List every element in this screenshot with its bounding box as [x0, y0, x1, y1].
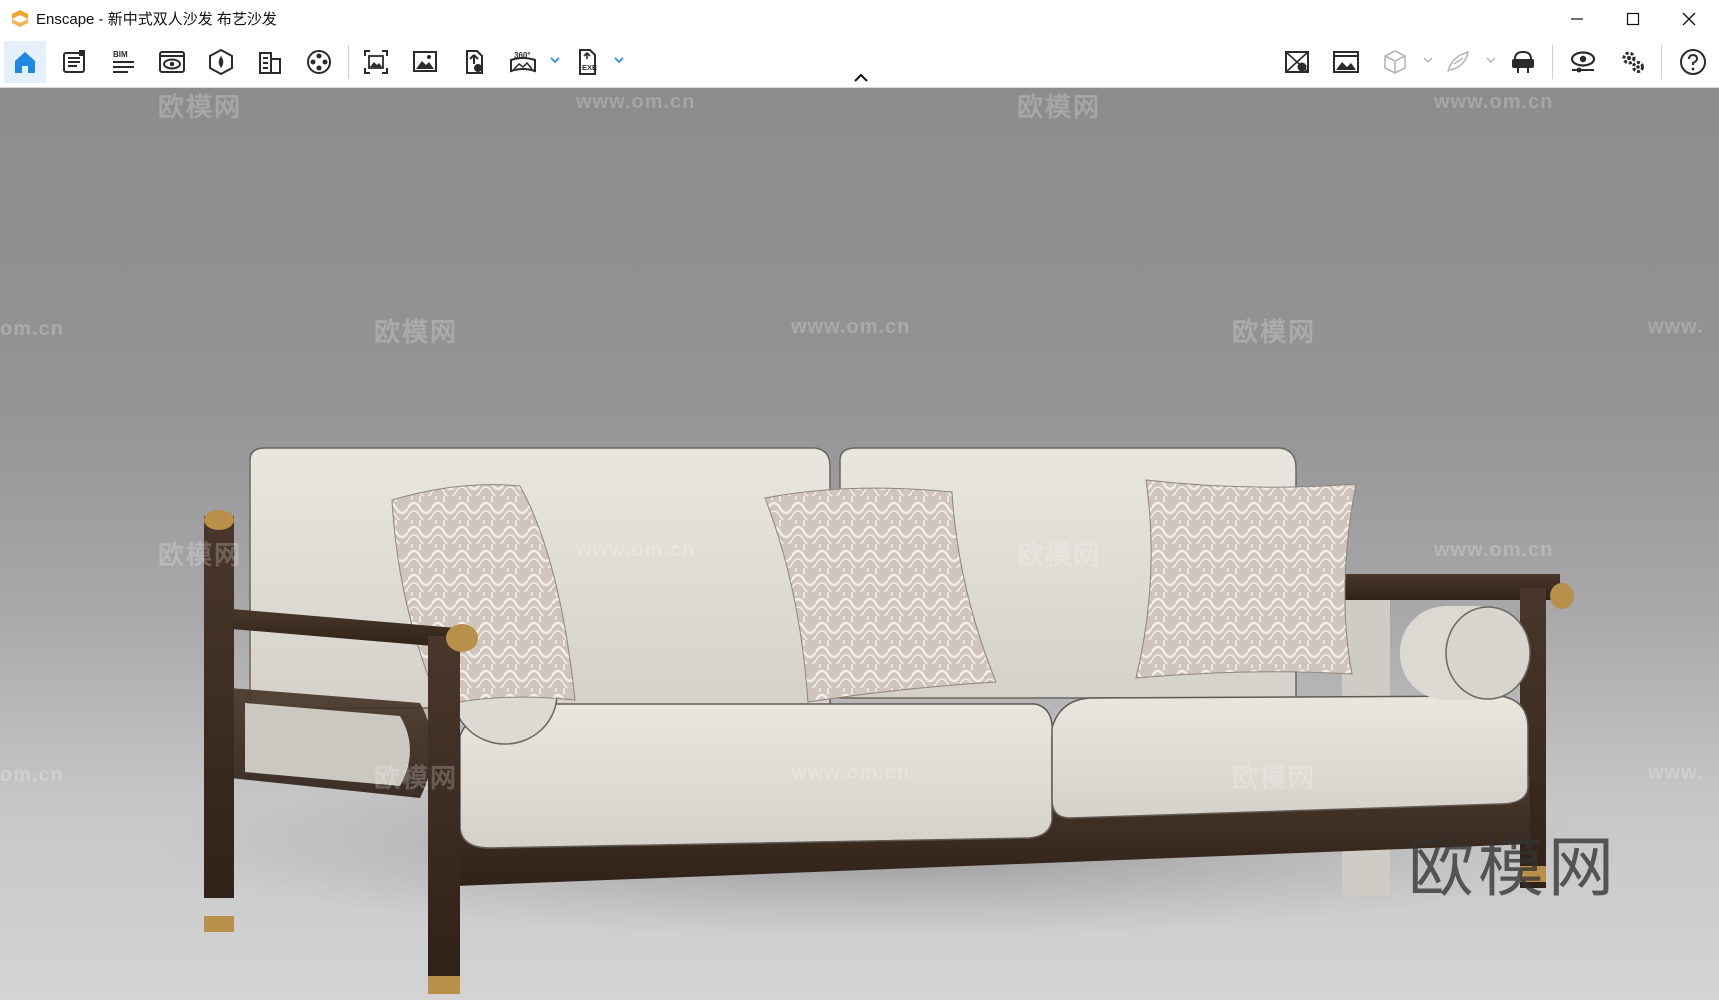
settings-gears-icon: [1622, 51, 1644, 73]
bim-label: BIM: [113, 50, 128, 59]
watermark-url: www.om.cn: [1434, 539, 1554, 561]
watermark: 欧模网: [1232, 317, 1317, 347]
image-settings-icon: [1333, 51, 1359, 73]
visual-settings-button[interactable]: [1562, 41, 1604, 83]
brass-cap: [204, 510, 234, 530]
watermark: 欧模网: [1017, 92, 1102, 122]
feather-icon: [1447, 50, 1470, 73]
feather-dropdown[interactable]: [1484, 53, 1498, 67]
brass-cap: [1550, 583, 1574, 609]
watermark: 欧模网: [374, 317, 459, 347]
enscape-window: Enscape - 新中式双人沙发 布艺沙发 BIM 360° EXE 欧模网 …: [0, 0, 1719, 1000]
asset-library-button[interactable]: [200, 41, 242, 83]
help-icon: [1680, 49, 1706, 75]
video-button[interactable]: [298, 41, 340, 83]
export-label: EXE: [582, 63, 597, 72]
toolbar-separator: [1661, 45, 1662, 79]
visual-settings-icon: [1570, 51, 1596, 73]
bolster-right-end: [1445, 606, 1531, 700]
image-settings-button[interactable]: [1325, 41, 1367, 83]
asset-library-icon: [209, 48, 233, 76]
window-title: Enscape - 新中式双人沙发 布艺沙发: [36, 11, 277, 28]
view-window-icon: [159, 51, 185, 73]
enscape-logo-icon: [12, 9, 28, 27]
screenshot-button[interactable]: [355, 41, 397, 83]
watermark-url: www.om.cn: [1434, 91, 1554, 113]
toolbar-separator: [1552, 45, 1553, 79]
upload-button[interactable]: [453, 41, 495, 83]
export-exe-icon: EXE: [579, 49, 597, 75]
panorama-360-icon: 360°: [510, 51, 536, 73]
render-viewport[interactable]: 欧模网 www.om.cn 欧模网 www.om.cn om.cn 欧模网 ww…: [0, 88, 1719, 1000]
toolbar-separator: [348, 45, 349, 79]
chevron-down-icon: [614, 56, 624, 63]
chevron-down-icon: [1486, 57, 1496, 63]
minimize-icon: [1571, 17, 1583, 20]
watermark-url: www.: [1648, 762, 1704, 784]
bim-button[interactable]: BIM: [102, 41, 144, 83]
feather-button[interactable]: [1437, 41, 1479, 83]
close-button[interactable]: [1661, 0, 1717, 37]
watermark-url: www.om.cn: [791, 316, 911, 338]
chevron-down-icon: [1423, 57, 1433, 63]
watermark-url: www.om.cn: [576, 539, 696, 561]
document-icon: [63, 50, 85, 73]
title-bar: Enscape - 新中式双人沙发 布艺沙发: [0, 0, 1719, 37]
brass-foot: [428, 976, 460, 994]
seat-cushion-left: [459, 703, 1054, 849]
document-button[interactable]: [53, 41, 95, 83]
building-icon: [259, 52, 281, 74]
throw-pillow-right: [1135, 479, 1357, 679]
watermark-url: www.om.cn: [576, 91, 696, 113]
watermark: 欧模网: [158, 540, 243, 570]
map-view-icon: [1285, 51, 1309, 73]
map-view-button[interactable]: [1276, 41, 1318, 83]
leg-left-front: [428, 636, 460, 976]
close-icon: [1682, 12, 1696, 25]
watermark-url: www.om.cn: [791, 762, 911, 784]
watermark: 欧模网: [158, 92, 243, 122]
seat-cushion-right: [1051, 695, 1529, 819]
building-button[interactable]: [249, 41, 291, 83]
screenshot-icon: [364, 50, 388, 74]
brass-cap: [446, 624, 478, 652]
home-button[interactable]: [4, 41, 46, 83]
bim-icon: BIM: [113, 50, 134, 73]
image-gallery-icon: [413, 51, 437, 72]
panorama-button[interactable]: 360°: [502, 41, 544, 83]
chevron-down-icon: [550, 56, 560, 63]
minimize-button[interactable]: [1549, 0, 1605, 37]
watermark: 欧模网: [1017, 540, 1102, 570]
leg-left-back: [204, 516, 234, 898]
watermark-url: www.: [1648, 316, 1704, 338]
panorama-dropdown[interactable]: [548, 53, 562, 67]
vr-headset-icon: [1512, 50, 1534, 73]
chevron-up-icon: [854, 73, 868, 82]
upload-file-icon: [466, 50, 483, 74]
home-icon: [15, 52, 35, 73]
maximize-button[interactable]: [1605, 0, 1661, 37]
gallery-button[interactable]: [404, 41, 446, 83]
watermark-url: om.cn: [0, 318, 64, 340]
film-reel-icon: [307, 50, 331, 74]
export-dropdown[interactable]: [612, 53, 626, 67]
collapse-toolbar-button[interactable]: [849, 70, 873, 86]
vr-button[interactable]: [1502, 41, 1544, 83]
settings-button[interactable]: [1612, 41, 1654, 83]
cube-button[interactable]: [1374, 41, 1416, 83]
brass-foot: [204, 916, 234, 932]
big-watermark: 欧模网: [1408, 829, 1618, 906]
cube-icon: [1384, 50, 1406, 74]
cube-dropdown[interactable]: [1421, 53, 1435, 67]
watermark: 欧模网: [374, 763, 459, 793]
export-button[interactable]: EXE: [567, 41, 609, 83]
watermark: 欧模网: [1232, 763, 1317, 793]
help-button[interactable]: [1672, 41, 1714, 83]
view-window-button[interactable]: [151, 41, 193, 83]
watermark-url: om.cn: [0, 764, 64, 786]
maximize-icon: [1626, 12, 1640, 25]
